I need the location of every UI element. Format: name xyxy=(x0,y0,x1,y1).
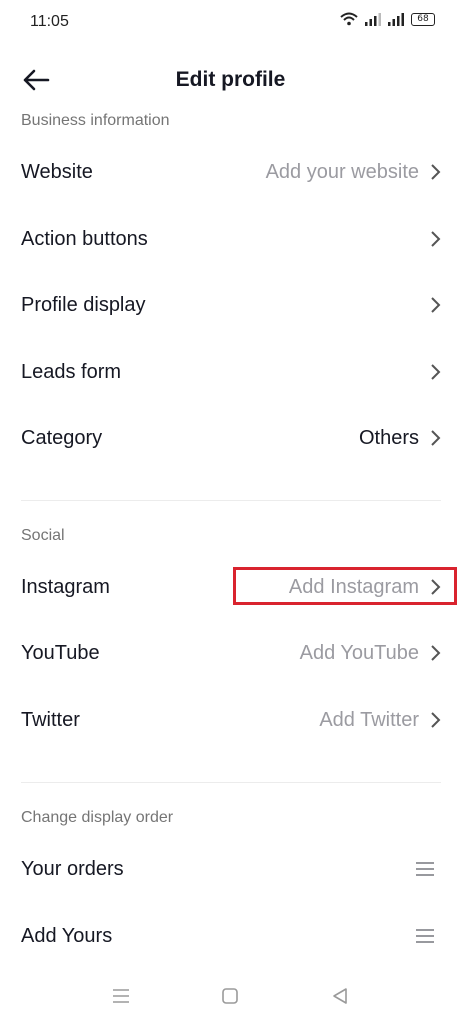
row-value: Add YouTube xyxy=(299,641,419,664)
row-action-buttons[interactable]: Action buttons xyxy=(0,210,461,268)
menu-button[interactable] xyxy=(109,984,133,1008)
status-icons: 68 xyxy=(340,12,435,26)
back-triangle-icon xyxy=(333,988,347,1004)
row-profile-display[interactable]: Profile display xyxy=(0,276,461,334)
menu-icon xyxy=(113,989,129,1003)
header: Edit profile xyxy=(0,56,461,102)
chevron-right-icon xyxy=(431,430,441,446)
section-label-social: Social xyxy=(21,527,65,544)
row-youtube[interactable]: YouTube Add YouTube xyxy=(0,624,461,682)
drag-handle-icon[interactable] xyxy=(415,861,435,877)
row-category[interactable]: Category Others xyxy=(0,409,461,467)
chevron-right-icon xyxy=(431,645,441,661)
section-label-business: Business information xyxy=(21,112,170,129)
row-label: Profile display xyxy=(21,293,146,316)
row-label: YouTube xyxy=(21,641,100,664)
chevron-right-icon xyxy=(431,231,441,247)
row-add-yours[interactable]: Add Yours xyxy=(0,907,461,965)
row-twitter[interactable]: Twitter Add Twitter xyxy=(0,691,461,749)
row-label: Twitter xyxy=(21,708,80,731)
row-label: Instagram xyxy=(21,575,110,598)
home-square-icon xyxy=(222,988,238,1004)
row-label: Category xyxy=(21,426,103,449)
row-your-orders[interactable]: Your orders xyxy=(0,840,461,898)
row-label: Leads form xyxy=(21,360,122,383)
wifi-icon xyxy=(340,12,358,26)
back-nav-button[interactable] xyxy=(328,984,352,1008)
divider xyxy=(21,500,441,501)
row-website[interactable]: Website Add your website xyxy=(0,143,461,201)
system-nav-bar xyxy=(0,972,461,1024)
chevron-right-icon xyxy=(431,712,441,728)
row-label: Add Yours xyxy=(21,924,113,947)
status-time: 11:05 xyxy=(30,13,69,30)
row-label: Website xyxy=(21,160,93,183)
section-label-display-order: Change display order xyxy=(21,809,174,826)
chevron-right-icon xyxy=(431,297,441,313)
row-value: Add Twitter xyxy=(319,708,419,731)
instagram-highlight-box xyxy=(233,567,457,605)
row-value: Others xyxy=(358,426,419,449)
home-button[interactable] xyxy=(218,984,242,1008)
row-leads-form[interactable]: Leads form xyxy=(0,343,461,401)
signal-icon xyxy=(388,12,404,26)
chevron-right-icon xyxy=(431,364,441,380)
divider xyxy=(21,782,441,783)
drag-handle-icon[interactable] xyxy=(415,928,435,944)
page-title: Edit profile xyxy=(175,68,286,91)
battery-icon: 68 xyxy=(411,12,435,26)
status-bar: 11:05 68 xyxy=(0,0,461,44)
row-value: Add your website xyxy=(265,160,419,183)
signal-icon xyxy=(365,12,381,26)
chevron-right-icon xyxy=(431,164,441,180)
row-label: Action buttons xyxy=(21,227,148,250)
row-label: Your orders xyxy=(21,857,124,880)
